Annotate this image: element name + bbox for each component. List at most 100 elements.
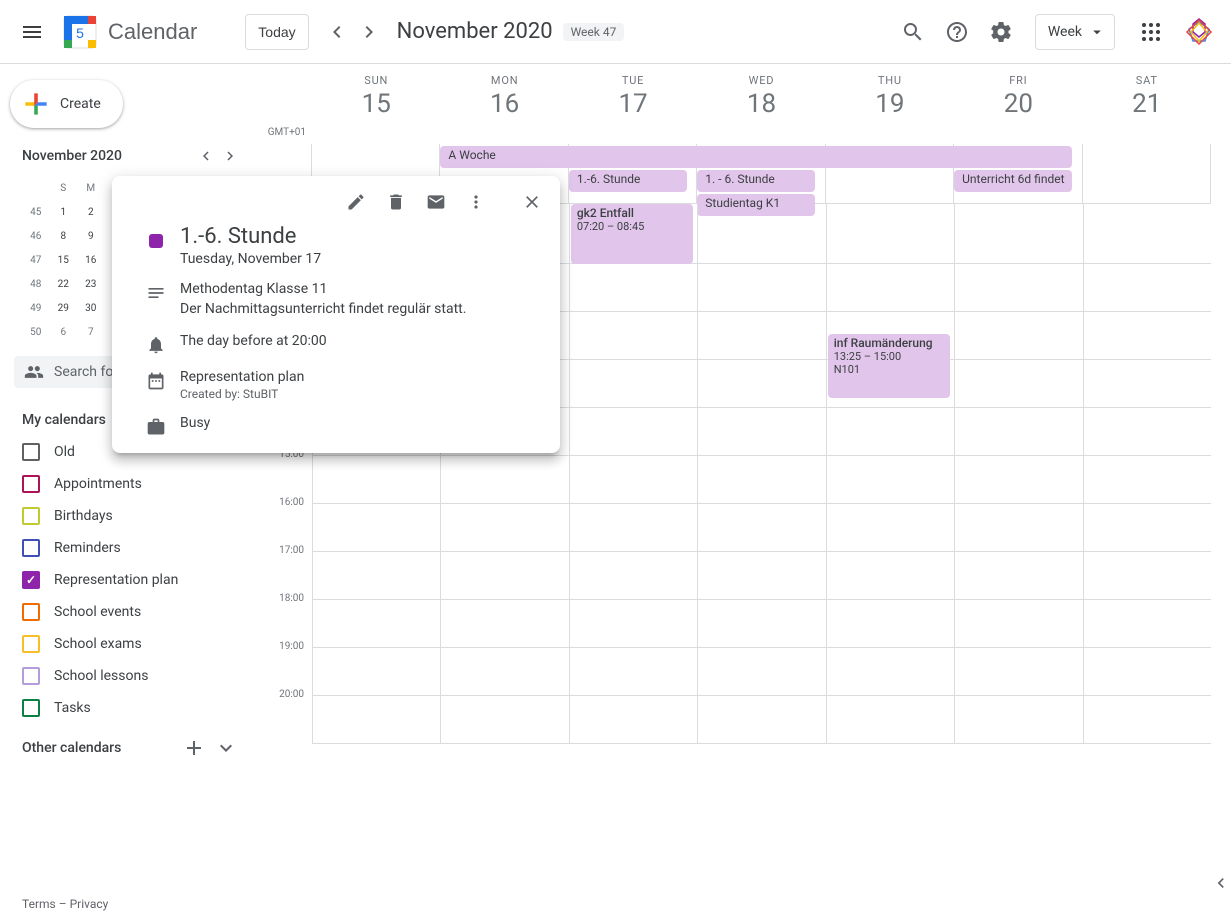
day-header[interactable]: SUN 15 (312, 64, 440, 144)
hour-cell[interactable] (955, 456, 1082, 504)
hour-cell[interactable] (313, 552, 440, 600)
mini-cal-day[interactable]: 15 (50, 248, 78, 272)
mini-cal-day[interactable]: 23 (77, 272, 105, 296)
day-header[interactable]: SAT 21 (1083, 64, 1211, 144)
hour-cell[interactable] (955, 204, 1082, 264)
hour-cell[interactable] (1084, 696, 1211, 744)
day-header[interactable]: MON 16 (440, 64, 568, 144)
mini-cal-prev-button[interactable] (194, 144, 218, 168)
calendar-list-item[interactable]: Representation plan (0, 564, 256, 596)
hour-cell[interactable] (441, 504, 568, 552)
hour-cell[interactable] (955, 504, 1082, 552)
mini-cal-day[interactable]: 1 (50, 200, 78, 224)
hour-cell[interactable] (698, 648, 825, 696)
hour-cell[interactable] (698, 456, 825, 504)
mini-cal-day[interactable]: 29 (50, 296, 78, 320)
mini-cal-day[interactable]: 16 (77, 248, 105, 272)
hour-cell[interactable] (1084, 456, 1211, 504)
create-button[interactable]: Create (10, 80, 123, 128)
hour-cell[interactable] (1084, 204, 1211, 264)
day-header[interactable]: FRI 20 (954, 64, 1082, 144)
mini-cal-day[interactable]: 2 (77, 200, 105, 224)
allday-event[interactable]: 1. - 6. Stunde (697, 170, 815, 192)
hour-cell[interactable] (1084, 312, 1211, 360)
hour-cell[interactable] (441, 648, 568, 696)
hour-cell[interactable] (827, 648, 954, 696)
mini-cal-day[interactable]: 8 (50, 224, 78, 248)
mini-cal-day[interactable]: 7 (77, 320, 105, 344)
hour-cell[interactable] (698, 408, 825, 456)
hour-cell[interactable] (955, 648, 1082, 696)
hour-cell[interactable] (698, 504, 825, 552)
hour-cell[interactable] (698, 360, 825, 408)
hour-cell[interactable] (1084, 504, 1211, 552)
hour-cell[interactable] (313, 600, 440, 648)
hour-cell[interactable] (570, 648, 697, 696)
hour-cell[interactable] (698, 264, 825, 312)
hour-cell[interactable] (827, 204, 954, 264)
mini-cal-day[interactable]: 6 (50, 320, 78, 344)
hour-cell[interactable] (827, 456, 954, 504)
hour-cell[interactable] (441, 600, 568, 648)
hour-cell[interactable] (955, 600, 1082, 648)
hour-cell[interactable] (698, 696, 825, 744)
hour-cell[interactable] (698, 552, 825, 600)
hour-cell[interactable] (313, 504, 440, 552)
allday-event[interactable]: Unterricht 6d findet (954, 170, 1072, 192)
hour-cell[interactable] (570, 264, 697, 312)
calendar-list-item[interactable]: Reminders (0, 532, 256, 564)
hour-cell[interactable] (955, 312, 1082, 360)
add-calendar-button[interactable] (178, 732, 210, 764)
calendar-checkbox[interactable] (22, 475, 40, 493)
hour-cell[interactable] (698, 312, 825, 360)
mini-cal-day[interactable]: 30 (77, 296, 105, 320)
hour-cell[interactable] (955, 696, 1082, 744)
hour-cell[interactable] (698, 600, 825, 648)
main-menu-button[interactable] (8, 8, 56, 56)
hour-cell[interactable] (570, 552, 697, 600)
hour-cell[interactable] (827, 552, 954, 600)
logo[interactable]: 5 Calendar (60, 12, 197, 52)
hour-cell[interactable] (1084, 648, 1211, 696)
calendar-checkbox[interactable] (22, 635, 40, 653)
calendar-list-item[interactable]: School lessons (0, 660, 256, 692)
next-week-button[interactable] (353, 16, 385, 48)
calendar-checkbox[interactable] (22, 667, 40, 685)
timed-event[interactable]: inf Raumänderung 13:25 – 15:00 N101 (828, 334, 950, 398)
mini-cal-next-button[interactable] (218, 144, 242, 168)
allday-event[interactable]: 1.-6. Stunde (569, 170, 687, 192)
account-avatar[interactable] (1183, 16, 1215, 48)
hour-cell[interactable] (827, 408, 954, 456)
hour-cell[interactable] (313, 456, 440, 504)
calendar-list-item[interactable]: Appointments (0, 468, 256, 500)
today-button[interactable]: Today (245, 14, 308, 50)
calendar-checkbox[interactable] (22, 699, 40, 717)
hour-cell[interactable] (827, 504, 954, 552)
allday-event[interactable]: A Woche (440, 146, 1072, 168)
terms-link[interactable]: Terms (22, 897, 56, 911)
hour-cell[interactable] (1084, 360, 1211, 408)
hour-cell[interactable] (570, 504, 697, 552)
hour-cell[interactable] (570, 696, 697, 744)
allday-cell[interactable] (1083, 144, 1211, 203)
calendar-list-item[interactable]: School exams (0, 628, 256, 660)
hour-cell[interactable] (441, 696, 568, 744)
other-calendars-header[interactable]: Other calendars (22, 740, 178, 756)
hour-cell[interactable] (570, 312, 697, 360)
options-button[interactable] (458, 184, 494, 220)
calendar-list-item[interactable]: Tasks (0, 692, 256, 724)
hour-cell[interactable] (570, 600, 697, 648)
support-button[interactable] (937, 12, 977, 52)
hour-cell[interactable] (827, 696, 954, 744)
day-header[interactable]: TUE 17 (569, 64, 697, 144)
settings-button[interactable] (981, 12, 1021, 52)
hour-cell[interactable] (313, 648, 440, 696)
search-button[interactable] (893, 12, 933, 52)
calendar-list-item[interactable]: School events (0, 596, 256, 628)
hour-cell[interactable] (570, 456, 697, 504)
hour-cell[interactable] (570, 360, 697, 408)
mini-cal-day[interactable]: 9 (77, 224, 105, 248)
close-popup-button[interactable] (514, 184, 550, 220)
edit-event-button[interactable] (338, 184, 374, 220)
calendar-checkbox[interactable] (22, 507, 40, 525)
